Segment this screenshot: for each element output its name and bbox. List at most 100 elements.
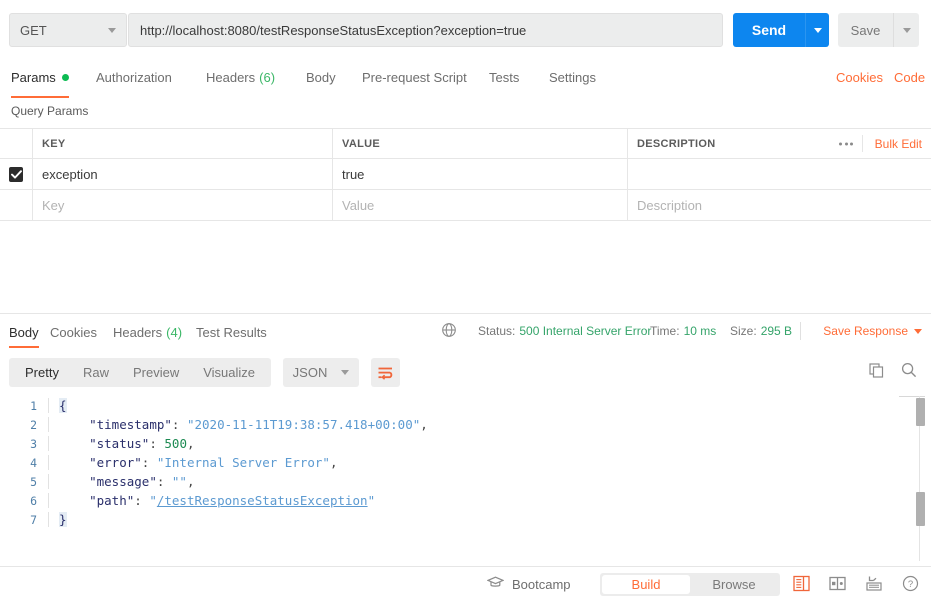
tab-body[interactable]: Body bbox=[306, 60, 336, 98]
url-input[interactable]: http://localhost:8080/testResponseStatus… bbox=[128, 13, 723, 47]
status-label: Status: bbox=[478, 324, 516, 338]
send-button[interactable]: Send bbox=[733, 13, 805, 47]
search-icon[interactable] bbox=[901, 362, 917, 381]
time-value: 10 ms bbox=[683, 324, 717, 338]
build-mode-button[interactable]: Build bbox=[602, 575, 690, 594]
tab-label: Authorization bbox=[96, 69, 172, 85]
divider bbox=[800, 322, 801, 340]
view-raw-button[interactable]: Raw bbox=[71, 361, 121, 384]
code-line: 5 "message": "", bbox=[0, 472, 931, 491]
response-body-code[interactable]: 1{2 "timestamp": "2020-11-11T19:38:57.41… bbox=[0, 396, 931, 561]
code-line-text: "error": "Internal Server Error", bbox=[48, 455, 931, 470]
scrollbar-thumb-top[interactable] bbox=[916, 398, 925, 426]
code-line: 2 "timestamp": "2020-11-11T19:38:57.418+… bbox=[0, 415, 931, 434]
tab-params[interactable]: Params bbox=[11, 60, 69, 98]
keyboard-shortcuts-icon[interactable] bbox=[865, 575, 883, 595]
bulk-edit-button[interactable]: Bulk Edit bbox=[875, 137, 922, 151]
tab-pre-request-script[interactable]: Pre-request Script bbox=[362, 60, 467, 98]
language-selector[interactable]: JSON bbox=[282, 358, 360, 387]
tab-headers[interactable]: Headers (6) bbox=[206, 60, 275, 98]
view-visualize-button[interactable]: Visualize bbox=[191, 361, 267, 384]
response-tab-body[interactable]: Body bbox=[9, 318, 39, 348]
help-icon[interactable]: ? bbox=[902, 575, 919, 595]
request-tabs: Params Authorization Headers (6) Body Pr… bbox=[0, 60, 931, 98]
response-tab-test-results[interactable]: Test Results bbox=[196, 318, 267, 346]
code-line: 7} bbox=[0, 510, 931, 529]
footer-icons: ? bbox=[793, 575, 919, 595]
graduation-cap-icon bbox=[486, 576, 505, 592]
table-header-row: KEY VALUE DESCRIPTION Bulk Edit bbox=[0, 128, 931, 159]
param-value-placeholder[interactable]: Value bbox=[342, 198, 374, 213]
mode-toggle-group: Build Browse bbox=[600, 573, 780, 596]
tab-tests[interactable]: Tests bbox=[489, 60, 519, 98]
cookies-label: Cookies bbox=[836, 69, 883, 85]
chevron-down-icon bbox=[813, 27, 822, 33]
response-divider bbox=[0, 313, 931, 314]
divider bbox=[862, 135, 863, 152]
param-key[interactable]: exception bbox=[42, 167, 98, 182]
status-bar: Bootcamp Build Browse ? bbox=[0, 566, 931, 601]
param-key-placeholder[interactable]: Key bbox=[42, 198, 64, 213]
tab-label: Body bbox=[9, 324, 39, 340]
tab-settings[interactable]: Settings bbox=[549, 60, 596, 98]
column-header-value: VALUE bbox=[342, 137, 380, 150]
scrollbar-cap bbox=[899, 396, 925, 397]
tab-label: Test Results bbox=[196, 324, 267, 340]
save-response-button[interactable]: Save Response bbox=[823, 324, 922, 338]
response-tab-headers[interactable]: Headers (4) bbox=[113, 318, 182, 346]
line-number: 6 bbox=[30, 493, 37, 508]
view-preview-button[interactable]: Preview bbox=[121, 361, 191, 384]
table-row-empty[interactable]: Key Value Description bbox=[0, 190, 931, 221]
scrollbar-thumb-bottom[interactable] bbox=[916, 492, 925, 526]
chevron-down-icon bbox=[108, 27, 116, 33]
code-line: 4 "error": "Internal Server Error", bbox=[0, 453, 931, 472]
size-label: Size: bbox=[730, 324, 757, 338]
word-wrap-icon[interactable] bbox=[370, 358, 400, 387]
copy-icon[interactable] bbox=[869, 362, 884, 381]
sidebar-layout-icon[interactable] bbox=[793, 575, 810, 595]
save-options-button[interactable] bbox=[893, 13, 919, 47]
size-value: 295 B bbox=[760, 324, 793, 338]
ellipsis-icon[interactable] bbox=[839, 142, 853, 145]
save-button[interactable]: Save bbox=[838, 13, 893, 47]
line-number: 4 bbox=[30, 455, 37, 470]
chevron-down-icon bbox=[341, 370, 350, 375]
two-pane-layout-icon[interactable] bbox=[829, 575, 846, 595]
code-line-text: "message": "", bbox=[48, 474, 931, 489]
view-pretty-button[interactable]: Pretty bbox=[13, 361, 71, 384]
chevron-down-icon bbox=[902, 27, 911, 33]
row-checkbox-cell bbox=[0, 159, 33, 189]
tab-authorization[interactable]: Authorization bbox=[96, 60, 172, 98]
line-number: 3 bbox=[30, 436, 37, 451]
code-link[interactable]: Code bbox=[894, 60, 925, 98]
http-method-selector[interactable]: GET bbox=[9, 13, 127, 47]
send-options-button[interactable] bbox=[805, 13, 829, 47]
http-method-label: GET bbox=[20, 22, 47, 38]
param-description-placeholder[interactable]: Description bbox=[637, 198, 702, 213]
status-value: 500 Internal Server Error bbox=[519, 324, 652, 338]
header-checkbox-cell bbox=[0, 129, 33, 158]
cookies-link[interactable]: Cookies bbox=[836, 60, 883, 98]
line-number: 5 bbox=[30, 474, 37, 489]
response-tab-cookies[interactable]: Cookies bbox=[50, 318, 97, 346]
browse-mode-button[interactable]: Browse bbox=[690, 575, 778, 594]
bootcamp-button[interactable]: Bootcamp bbox=[486, 576, 571, 592]
tab-label: Params bbox=[11, 69, 56, 85]
body-format-toolbar: Pretty Raw Preview Visualize JSON bbox=[9, 358, 400, 387]
tab-label: Settings bbox=[549, 69, 596, 85]
line-number: 2 bbox=[30, 417, 37, 432]
code-line-text: { bbox=[48, 398, 931, 413]
time-info: Time: 10 ms bbox=[650, 324, 716, 338]
table-row[interactable]: exception true bbox=[0, 159, 931, 190]
tab-label: Headers bbox=[206, 69, 256, 85]
svg-text:?: ? bbox=[908, 579, 913, 590]
tab-badge: (4) bbox=[166, 324, 183, 340]
code-line-text: "timestamp": "2020-11-11T19:38:57.418+00… bbox=[48, 417, 931, 432]
param-value[interactable]: true bbox=[342, 167, 364, 182]
query-params-title: Query Params bbox=[11, 104, 89, 118]
tab-label: Headers bbox=[113, 324, 163, 340]
code-line-text: "path": "/testResponseStatusException" bbox=[48, 493, 931, 508]
row-checkbox[interactable] bbox=[9, 166, 23, 182]
code-line: 6 "path": "/testResponseStatusException" bbox=[0, 491, 931, 510]
tab-label: Pre-request Script bbox=[362, 69, 467, 85]
